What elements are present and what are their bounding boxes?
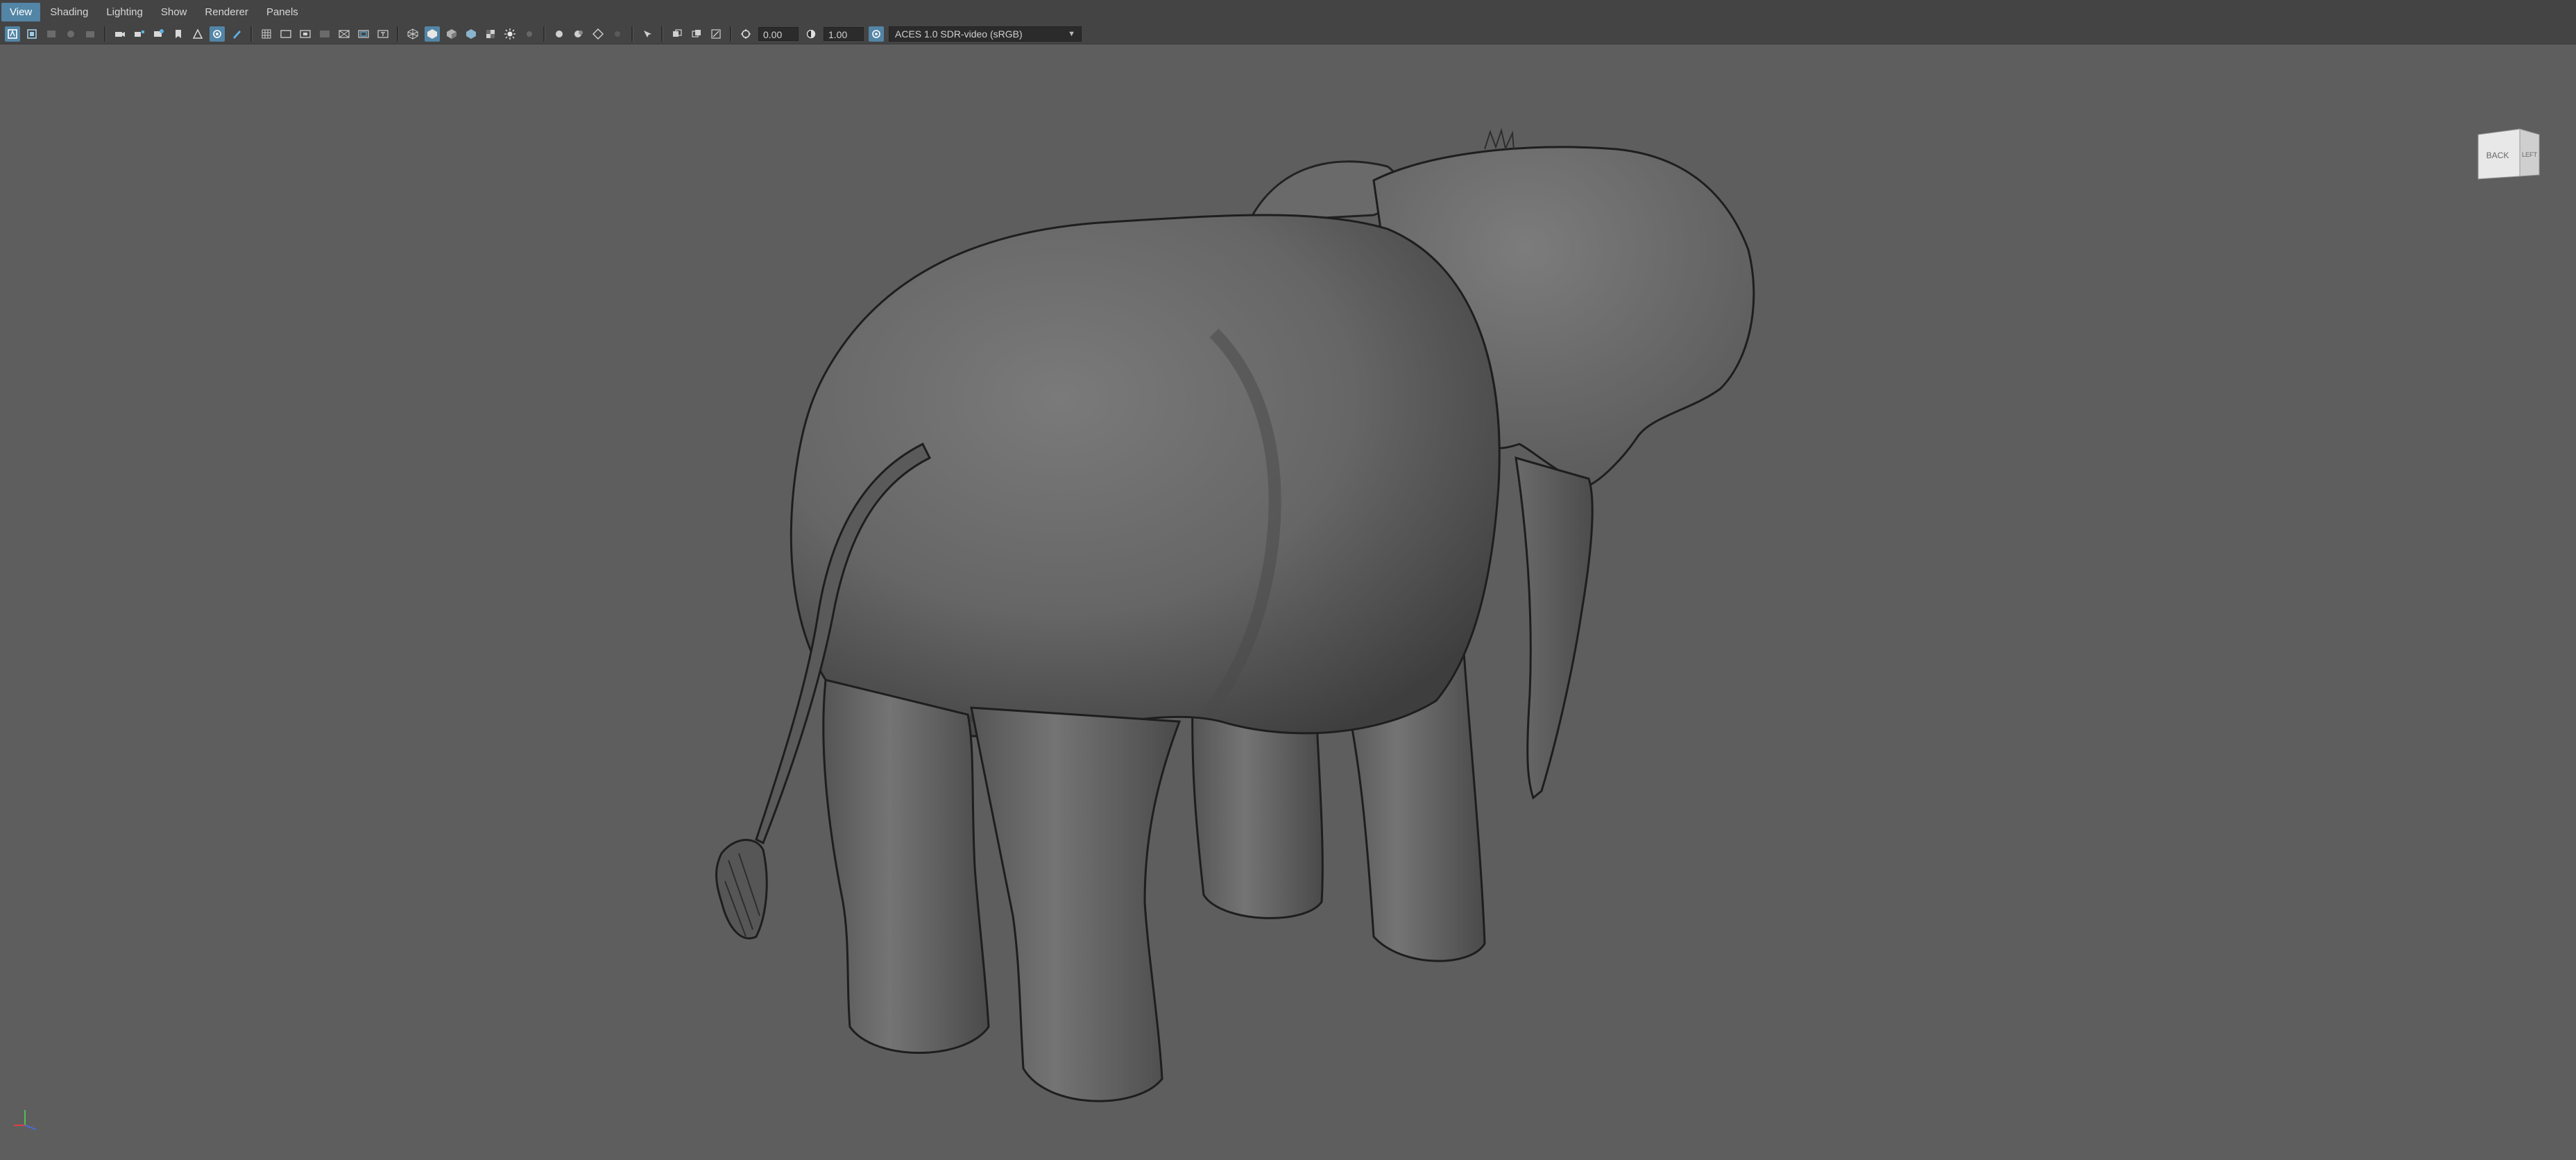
default-material-icon[interactable] [444, 26, 459, 42]
xray-joints-icon[interactable] [669, 26, 685, 42]
axis-gizmo-icon [10, 1103, 44, 1138]
camera-icon[interactable] [112, 26, 128, 42]
pencil-icon[interactable] [229, 26, 244, 42]
color-management-icon[interactable] [869, 26, 884, 42]
toolbar-divider [730, 26, 732, 42]
viewcube-left-label: LEFT [2522, 151, 2538, 158]
grid-icon[interactable] [259, 26, 274, 42]
2d-pan-zoom-icon[interactable] [83, 26, 98, 42]
toolbar-divider [631, 26, 633, 42]
exposure-icon[interactable] [738, 26, 753, 42]
anti-aliasing-icon[interactable] [571, 26, 586, 42]
view-cube[interactable]: BACK LEFT [2477, 126, 2541, 183]
camera-gate-icon[interactable] [210, 26, 225, 42]
film-gate-icon[interactable] [278, 26, 293, 42]
grease-pencil-icon[interactable] [151, 26, 167, 42]
bookmark-flag-icon[interactable] [171, 26, 186, 42]
gamma-field[interactable]: 1.00 [824, 26, 864, 41]
viewport-menubar: View Shading Lighting Show Renderer Pane… [0, 0, 2576, 24]
toolbar-divider [543, 26, 545, 42]
shadows-icon[interactable] [502, 26, 518, 42]
wireframe-icon[interactable] [405, 26, 420, 42]
select-camera-icon[interactable] [5, 26, 20, 42]
menu-shading[interactable]: Shading [42, 3, 96, 22]
textured-icon[interactable] [463, 26, 479, 42]
safe-title-icon[interactable] [375, 26, 391, 42]
viewcube-back-label: BACK [2487, 151, 2509, 160]
menu-show[interactable]: Show [153, 3, 196, 22]
smooth-shade-icon[interactable] [425, 26, 440, 42]
menu-panels[interactable]: Panels [258, 3, 307, 22]
toolbar-divider [250, 26, 253, 42]
backface-cull-icon[interactable] [689, 26, 704, 42]
toolbar-divider [104, 26, 106, 42]
field-chart-icon[interactable] [336, 26, 352, 42]
menu-renderer[interactable]: Renderer [196, 3, 257, 22]
resolution-gate-icon[interactable] [298, 26, 313, 42]
camera-attributes-icon[interactable] [24, 26, 40, 42]
depth-of-field-icon[interactable] [590, 26, 606, 42]
isolate-select-icon[interactable] [610, 26, 625, 42]
resolution-scale-icon[interactable] [708, 26, 724, 42]
3d-viewport[interactable]: BACK LEFT [0, 45, 2576, 1160]
image-plane-toggle-icon[interactable] [190, 26, 205, 42]
menu-lighting[interactable]: Lighting [98, 3, 151, 22]
camera-lock-icon[interactable] [132, 26, 147, 42]
exposure-field[interactable]: 0.00 [758, 26, 799, 41]
chevron-down-icon: ▼ [1068, 29, 1075, 38]
use-all-lights-icon[interactable] [483, 26, 498, 42]
viewport-toolbar: 0.00 1.00 ACES 1.0 SDR-video (sRGB) ▼ [0, 24, 2576, 44]
xray-icon[interactable] [640, 26, 655, 42]
gate-mask-icon[interactable] [317, 26, 332, 42]
toolbar-divider [661, 26, 663, 42]
bookmark-icon[interactable] [44, 26, 59, 42]
screen-space-ao-icon[interactable] [522, 26, 537, 42]
color-space-label: ACES 1.0 SDR-video (sRGB) [895, 28, 1023, 40]
safe-action-icon[interactable] [356, 26, 371, 42]
toolbar-divider [397, 26, 399, 42]
image-plane-icon[interactable] [63, 26, 78, 42]
elephant-model[interactable] [0, 45, 2576, 1160]
color-space-dropdown[interactable]: ACES 1.0 SDR-video (sRGB) ▼ [889, 26, 1082, 42]
motion-blur-icon[interactable] [552, 26, 567, 42]
gamma-icon[interactable] [803, 26, 819, 42]
menu-view[interactable]: View [1, 2, 41, 22]
